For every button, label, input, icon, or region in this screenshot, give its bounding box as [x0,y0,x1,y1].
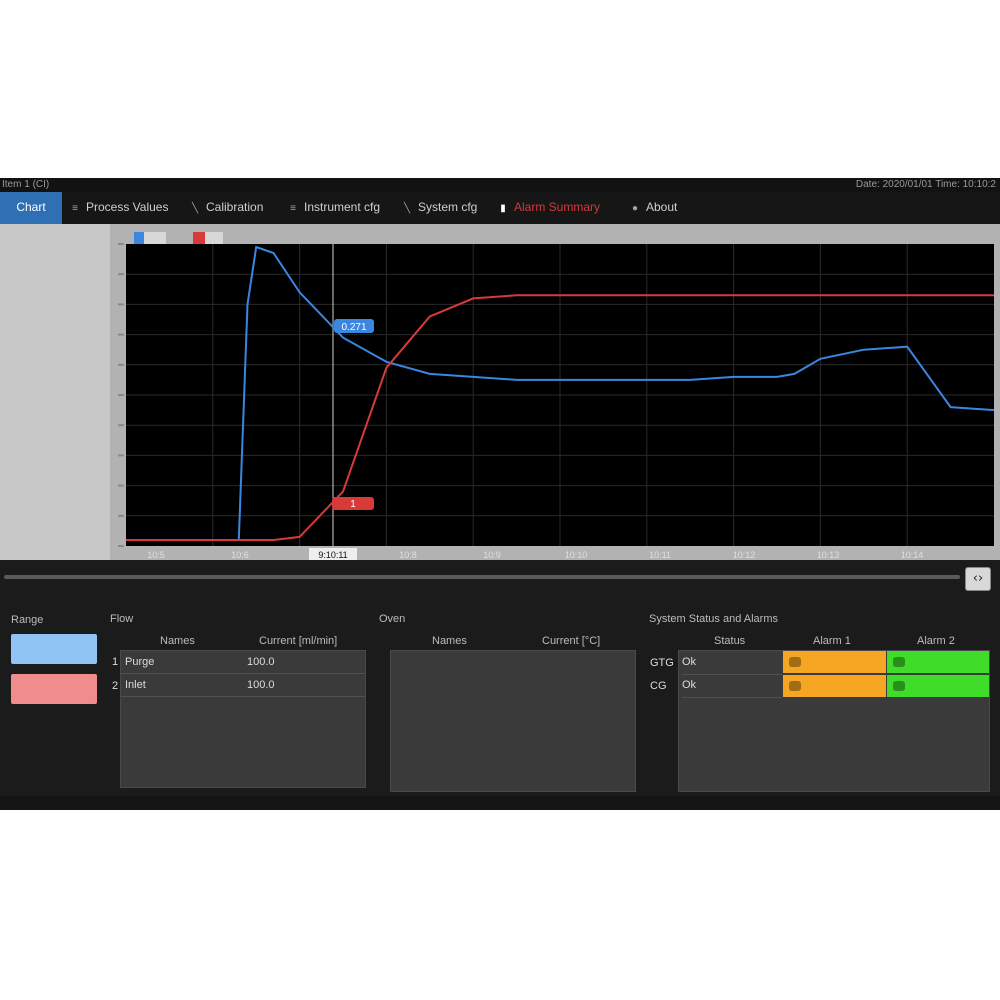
window-title: Item 1 (CI) [2,179,50,190]
oven-col-names: Names [432,635,467,647]
oven-col-current: Current [°C] [542,635,601,647]
tab-instrument-cfg-label: Instrument cfg [304,200,381,214]
expand-button[interactable]: ‹› [965,567,991,591]
tab-chart-label: Chart [16,200,46,214]
flow-title: Flow [110,613,134,625]
status-cell: Ok [682,679,782,698]
wrench-icon: ╲ [403,203,411,214]
status-col-status: Status [714,635,746,647]
chart-scrollbar-row: ‹› [0,567,1000,591]
range-button-blue[interactable] [11,634,97,664]
chat-bubble-icon: ● [631,203,639,214]
status-value: Ok [682,656,697,668]
status-col-alarm1: Alarm 1 [813,635,851,647]
flow-row-value: 100.0 [247,656,275,668]
flow-row-index: 1 [112,656,119,668]
legend-red-swatch [193,232,205,244]
tab-system-cfg[interactable]: ╲ System cfg [402,192,477,224]
tab-system-cfg-label: System cfg [418,200,478,214]
marker-blue-value: 0.271 [341,322,366,333]
legend-blue-swatch [134,232,144,244]
x-tick-label: 10:9 [483,550,501,560]
date-time: Date: 2020/01/01 Time: 10:10:2 [855,179,996,190]
cursor-time-label: 9:10:11 [318,550,347,560]
flow-row-index: 2 [112,680,119,692]
expand-arrows-icon: ‹› [972,571,984,586]
tab-about[interactable]: ● About [630,192,677,224]
range-button-red[interactable] [11,674,97,704]
alarm1-indicator[interactable] [783,675,886,697]
flow-col-names: Names [160,635,195,647]
x-tick-label: 10:10 [565,550,588,560]
title-bar: Item 1 (CI) Date: 2020/01/01 Time: 10:10… [0,178,1000,192]
toolbar: Chart ≡ Process Values ╲ Calibration ≡ Inst… [0,192,1000,224]
trend-chart[interactable]: 0.271 1 10:5 10:6 9:10:11 10:8 10:9 10:10 10:1… [0,224,1000,560]
alarm-led [893,657,905,667]
range-title: Range [11,614,44,626]
x-tick-label: 10:8 [399,550,417,560]
status-title: System Status and Alarms [649,613,778,625]
tab-process-values-label: Process Values [86,200,169,214]
x-tick-label: 10:12 [733,550,756,560]
alarm-led [789,657,801,667]
chart-scrollbar[interactable] [4,575,960,579]
status-row-label: GTG [650,657,674,669]
status-row-label: CG [650,680,667,692]
tab-instrument-cfg[interactable]: ≡ Instrument cfg [288,192,380,224]
x-tick-label: 10:13 [817,550,840,560]
status-bar [0,796,1000,810]
alarm-led [893,681,905,691]
flow-row-name: Purge [125,656,155,668]
table-row[interactable]: Inlet 100.0 [121,674,365,697]
flow-row-value: 100.0 [247,679,275,691]
tab-calibration-label: Calibration [206,200,264,214]
oven-table [390,650,636,792]
alarm2-indicator[interactable] [887,651,989,673]
alarm2-indicator[interactable] [887,675,989,697]
x-tick-label: 10:6 [231,550,249,560]
x-tick-label: 10:5 [147,550,165,560]
tab-chart[interactable]: Chart [0,192,62,224]
flow-col-current: Current [ml/min] [259,635,338,647]
flow-row-name: Inlet [125,679,146,691]
list-icon: ≡ [72,203,78,214]
status-value: Ok [682,679,697,691]
wrench-icon: ╲ [191,203,199,214]
alarm-icon: ▮ [500,203,506,214]
tab-about-label: About [646,200,678,214]
y-axis-ticks [118,243,124,547]
x-axis-ticks: 10:5 10:6 9:10:11 10:8 10:9 10:10 10:11 10:12 10… [147,548,923,560]
flow-table: Purge 100.0 Inlet 100.0 [120,650,366,788]
chart-area: 0.271 1 10:5 10:6 9:10:11 10:8 10:9 10:10 10:1… [0,224,1000,560]
x-tick-label: 10:14 [901,550,924,560]
status-cell: Ok [682,656,782,675]
alarm1-indicator[interactable] [783,651,886,673]
tab-process-values[interactable]: ≡ Process Values [70,192,168,224]
marker-red-value: 1 [350,499,356,510]
tab-alarm-summary[interactable]: ▮ Alarm Summary [498,192,600,224]
table-row[interactable]: Purge 100.0 [121,651,365,674]
alarm-led [789,681,801,691]
app-window: Item 1 (CI) Date: 2020/01/01 Time: 10:10… [0,178,1000,810]
oven-title: Oven [379,613,406,625]
tab-alarm-summary-label: Alarm Summary [514,200,601,214]
tab-calibration[interactable]: ╲ Calibration [190,192,263,224]
list-icon: ≡ [290,203,296,214]
status-col-alarm2: Alarm 2 [917,635,955,647]
x-tick-label: 10:11 [649,550,671,560]
